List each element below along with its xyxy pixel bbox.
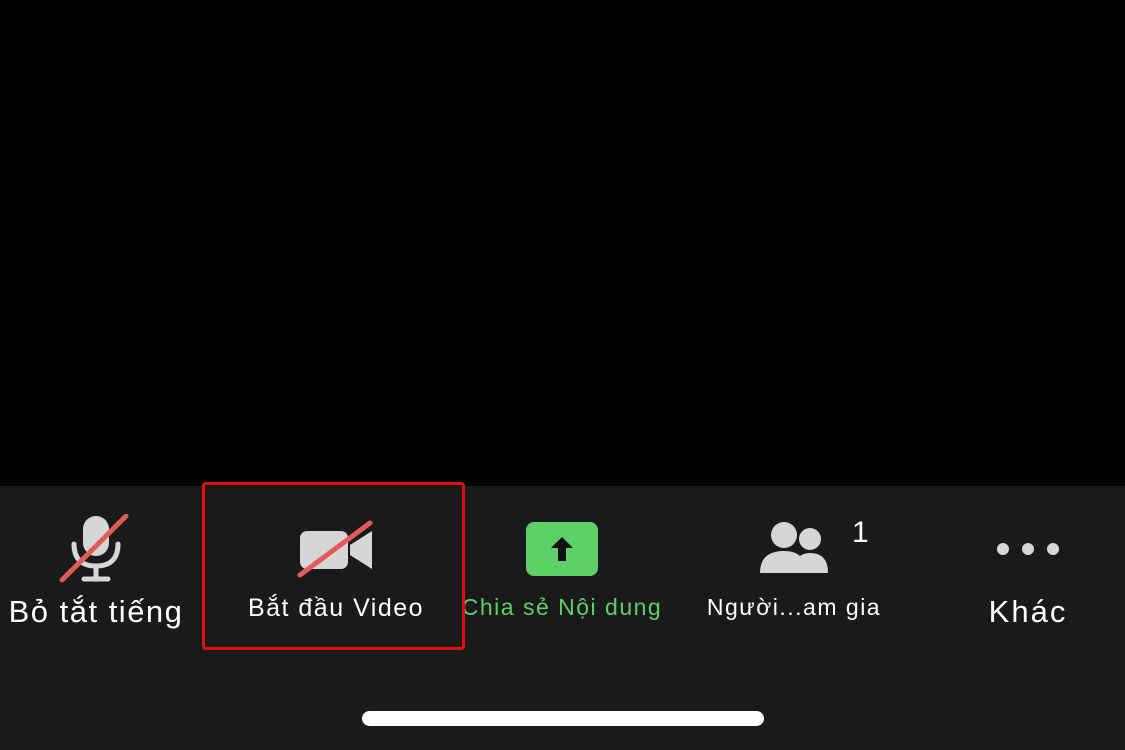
share-content-button[interactable]: Chia sẻ Nội dung <box>450 486 674 636</box>
unmute-label: Bỏ tắt tiếng <box>8 594 184 629</box>
share-content-label: Chia sẻ Nội dung <box>461 594 663 620</box>
share-arrow-up-icon <box>526 516 598 582</box>
participants-icon <box>754 516 834 582</box>
home-indicator[interactable] <box>362 711 764 726</box>
start-video-label: Bắt đầu Video <box>247 594 425 622</box>
video-off-icon <box>296 516 376 582</box>
start-video-button[interactable]: Bắt đầu Video <box>205 486 467 636</box>
mic-off-icon <box>56 514 136 583</box>
unmute-button[interactable]: Bỏ tắt tiếng <box>0 486 192 636</box>
meeting-screen: Bỏ tắt tiếng Bắt đầu Video Chia sẻ Nội d… <box>0 0 1125 750</box>
participants-button[interactable]: 1 Người...am gia <box>694 486 894 636</box>
participants-label: Người...am gia <box>706 594 882 620</box>
video-area <box>0 0 1125 486</box>
more-label: Khác <box>988 594 1068 629</box>
more-button[interactable]: Khác <box>960 486 1096 636</box>
more-dots-icon <box>993 516 1063 582</box>
participants-count-badge: 1 <box>852 516 869 549</box>
